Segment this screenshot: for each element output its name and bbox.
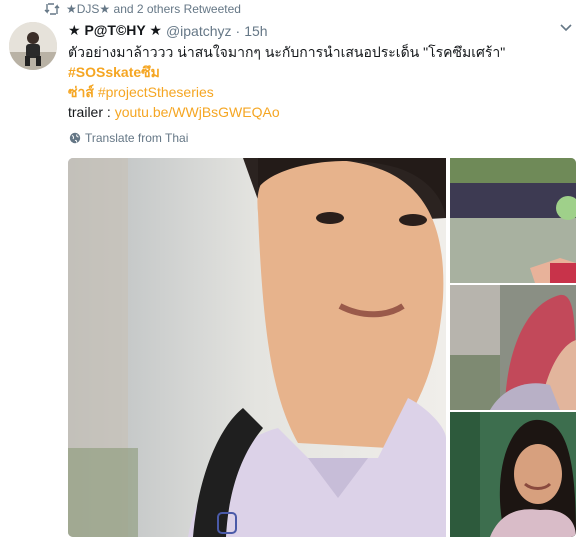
- display-name[interactable]: ★ P@T©HY ★: [68, 22, 162, 39]
- retweet-text[interactable]: ★DJS★ and 2 others Retweeted: [66, 2, 241, 16]
- thumb-photo-2[interactable]: [450, 285, 576, 410]
- translate-label: Translate from Thai: [85, 131, 189, 145]
- hashtag-sosskate[interactable]: #SOSskateซึม: [68, 64, 160, 80]
- main-photo[interactable]: [68, 158, 446, 537]
- user-handle[interactable]: @ipatchyz: [166, 23, 232, 39]
- trailer-line: trailer : youtu.be/WWjBsGWEQAo: [68, 103, 280, 121]
- thumb-photo-3[interactable]: [450, 412, 576, 537]
- trailer-link[interactable]: youtu.be/WWjBsGWEQAo: [115, 104, 280, 120]
- thumb-photo-1[interactable]: [450, 158, 576, 283]
- media-grid: [68, 158, 576, 537]
- separator: ·: [235, 22, 241, 39]
- tweet-text: ตัวอย่างมาล้าววว น่าสนใจมากๆ นะกับการนำเ…: [68, 42, 573, 102]
- hashtag-sosskate-cont[interactable]: ซ่าส์: [68, 84, 94, 100]
- hashtag-project[interactable]: #projectStheseries: [98, 84, 214, 100]
- translate-button[interactable]: Translate from Thai: [69, 131, 188, 145]
- trailer-label: trailer :: [68, 104, 115, 120]
- tweet-body: ตัวอย่างมาล้าววว น่าสนใจมากๆ นะกับการนำเ…: [68, 44, 506, 60]
- retweet-icon: [44, 3, 60, 15]
- timestamp[interactable]: 15h: [244, 23, 267, 39]
- avatar[interactable]: [9, 22, 57, 70]
- globe-icon: [69, 132, 81, 144]
- tweet-header: ★ P@T©HY ★ @ipatchyz · 15h: [68, 22, 268, 39]
- retweet-context: ★DJS★ and 2 others Retweeted: [44, 0, 241, 18]
- chevron-down-icon[interactable]: [560, 24, 572, 32]
